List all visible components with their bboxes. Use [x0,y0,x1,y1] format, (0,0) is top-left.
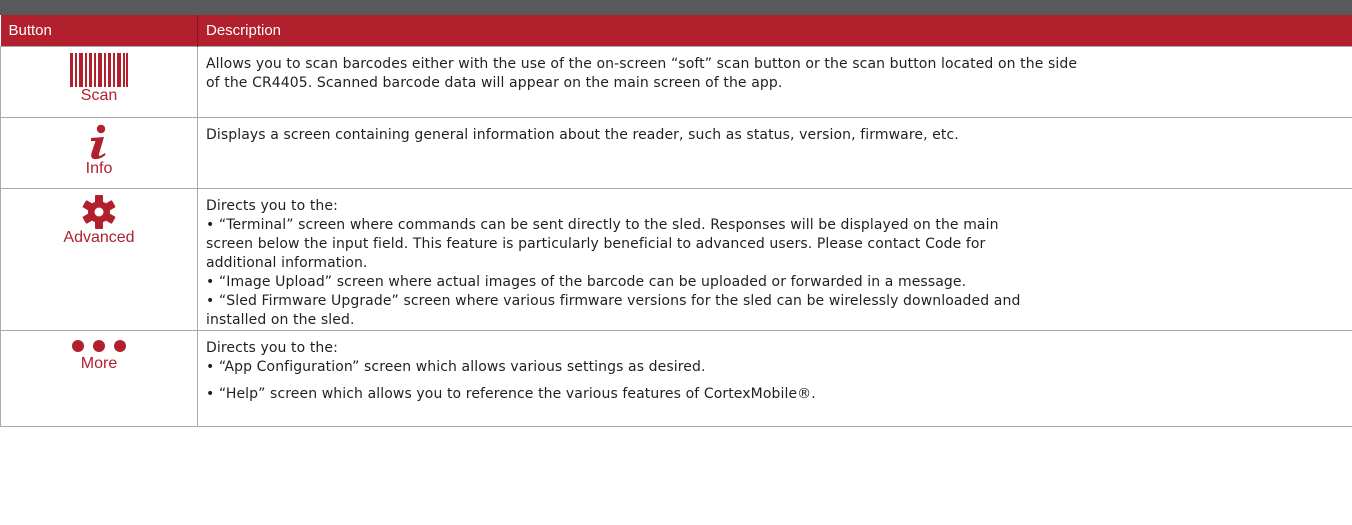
description-line: installed on the sled. [206,311,355,328]
description-line: • “Image Upload” screen where actual ima… [206,273,967,290]
description-line: • “Terminal” screen where commands can b… [206,216,999,233]
header-button: Button [0,15,198,46]
top-bar [0,0,1352,15]
button-description-table: Button Description Scan Allows you to sc… [0,15,1352,427]
scan-label: Scan [80,86,118,104]
more-label: More [80,354,118,372]
advanced-description: Directs you to the: • “Terminal” screen … [197,187,1352,331]
barcode-icon [70,52,128,87]
description-line: screen below the input field. This featu… [206,235,986,252]
description-line: • “Help” screen which allows you to refe… [206,385,816,402]
scan-description: Allows you to scan barcodes either with … [197,45,1352,118]
description-line: Displays a screen containing general inf… [206,126,959,143]
table-row: More Directs you to the: • “App Configur… [0,329,1352,427]
advanced-label: Advanced [63,228,135,246]
info-description: Displays a screen containing general inf… [197,116,1352,189]
advanced-button-cell: Advanced [0,187,198,331]
table-row: Info Displays a screen containing genera… [0,116,1352,189]
info-button-cell: Info [0,116,198,189]
description-line: • “App Configuration” screen which allow… [206,358,706,375]
description-line: of the CR4405. Scanned barcode data will… [206,74,783,91]
table-row: Scan Allows you to scan barcodes either … [0,45,1352,118]
table-row: Advanced Directs you to the: • “Terminal… [0,187,1352,331]
more-description: Directs you to the: • “App Configuration… [197,329,1352,427]
description-line: Allows you to scan barcodes either with … [206,55,1078,72]
description-line: • “Sled Firmware Upgrade” screen where v… [206,292,1021,309]
description-line: Directs you to the: [206,339,338,356]
table-header-row: Button Description [0,15,1352,46]
more-button-cell: More [0,329,198,427]
info-label: Info [85,159,113,177]
more-dots-icon [72,339,126,352]
gear-icon [82,194,116,229]
description-line: additional information. [206,254,368,271]
header-description: Description [197,15,1352,46]
scan-button-cell: Scan [0,45,198,118]
description-line: Directs you to the: [206,197,338,214]
info-icon [91,124,106,159]
